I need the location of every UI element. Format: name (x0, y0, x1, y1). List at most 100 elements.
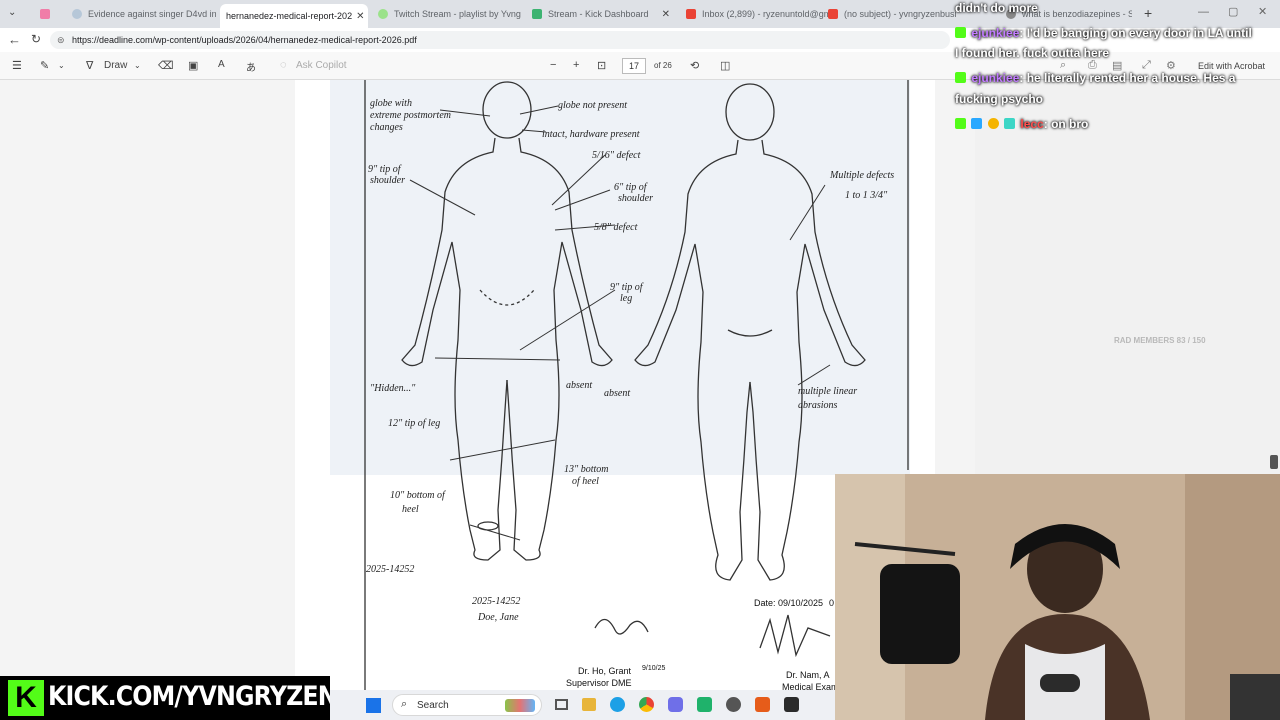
og-badge-icon (1004, 118, 1016, 129)
webcam-image (835, 474, 1280, 720)
signer-2-name: Dr. Nam, A (786, 670, 830, 680)
scrollbar-thumb[interactable] (1270, 455, 1278, 469)
rotate-icon[interactable]: ⟲ (690, 59, 699, 72)
translate-icon[interactable]: あ (246, 59, 256, 74)
note-front-7: 9" tip of (610, 282, 644, 293)
chat-text: : I'd be banging on every door in LA unt… (1019, 26, 1252, 40)
chat-message: ejunkiee: I'd be banging on every door i… (955, 26, 1252, 40)
close-tab-icon[interactable]: ✕ (521, 9, 522, 20)
url-field[interactable]: ⊜ https://deadline.com/wp-content/upload… (50, 31, 950, 49)
signature-2 (759, 614, 831, 658)
tab-4[interactable]: Stream - Kick Dashboard ✕ (526, 4, 676, 24)
taskbar-search-box[interactable]: ⌕ Search (392, 694, 542, 716)
fit-page-icon[interactable]: ⊡ (597, 59, 606, 72)
close-tab-icon[interactable]: ✕ (658, 9, 670, 20)
chevron-down-icon[interactable]: ⌄ (58, 61, 65, 70)
site-info-icon[interactable]: ⊜ (57, 31, 65, 49)
gift-badge-icon (987, 118, 999, 129)
favicon-icon (828, 9, 838, 19)
chat-text: : on bro (1043, 117, 1089, 131)
close-window-icon[interactable]: ✕ (1258, 5, 1267, 18)
chat-username: ejunkiee (971, 26, 1020, 40)
task-view-icon[interactable] (555, 699, 568, 710)
windows-start-icon[interactable] (366, 698, 381, 713)
file-explorer-icon[interactable] (582, 698, 596, 711)
chat-message-cont: fucking psycho (955, 92, 1044, 106)
kick-badge-icon (955, 118, 966, 129)
note-front-13: 2025-14252 (472, 596, 520, 607)
chat-line-top: didn't do more (955, 1, 1038, 15)
close-tab-icon[interactable]: ✕ (352, 11, 364, 22)
tab-5[interactable]: Inbox (2,899) - ryzenuntold@gm✕ (680, 4, 828, 24)
draw-icon[interactable]: ∇ (86, 59, 93, 72)
note-left-7: 12" tip of leg (388, 418, 440, 429)
note-left-8: 10" bottom of (390, 490, 446, 501)
back-body-outline (634, 83, 866, 581)
note-back-4: abrasions (798, 400, 838, 411)
chat-message-cont: I found her. fuck outta here (955, 46, 1110, 60)
webcam-feed (835, 474, 1280, 720)
kick-badge-icon (955, 27, 966, 38)
app-icon[interactable] (697, 697, 712, 712)
page-view-icon[interactable]: ◫ (720, 59, 730, 72)
favicon-icon (378, 9, 388, 19)
page-number-input[interactable]: 17 (622, 58, 646, 74)
note-front-9: absent (566, 380, 592, 391)
note-front-3: 5/16" defect (592, 150, 641, 161)
front-body-outline (401, 81, 613, 561)
search-highlight-icon (505, 699, 535, 712)
note-front-8: leg (620, 293, 632, 304)
sub-badge-icon (971, 118, 983, 129)
tab-3[interactable]: Twitch Stream - playlist by Yvng✕ (372, 4, 522, 24)
edit-with-acrobat-button[interactable]: Edit with Acrobat (1198, 61, 1265, 71)
browser-tab-bar: ⌄ Evidence against singer D4vd in✕ herna… (0, 0, 1280, 28)
note-back-2: 1 to 1 3/4" (845, 190, 888, 201)
note-left-2: extreme postmortem (370, 110, 451, 121)
kick-url-banner: K KICK.COM/YVNGRYZEN (0, 676, 338, 720)
edge-icon[interactable] (610, 697, 625, 712)
tab-0[interactable] (34, 4, 64, 24)
note-left-3: changes (370, 122, 403, 133)
maximize-icon[interactable]: ▢ (1228, 5, 1238, 18)
windows-taskbar: ⌕ Search (330, 690, 835, 720)
app-icon[interactable] (755, 697, 770, 712)
signer-2-title: Medical Exam (782, 682, 839, 690)
side-panel (975, 80, 1280, 475)
contents-icon[interactable]: ☰ (12, 59, 22, 72)
zoom-in-icon[interactable]: + (573, 59, 579, 71)
note-front-1: globe not present (558, 100, 627, 111)
zoom-out-icon[interactable]: − (550, 59, 556, 71)
new-tab-icon[interactable]: + (1144, 5, 1152, 21)
tab-list-chevron-icon[interactable]: ⌄ (8, 7, 16, 18)
tab-2-active[interactable]: hernanedez-medical-report-202 ✕ (220, 4, 368, 28)
note-front-11: 13" bottom (564, 464, 608, 475)
signer-1-title: Supervisor DME (566, 678, 632, 688)
note-left-9: heel (402, 504, 419, 515)
note-back-3: multiple linear (798, 386, 857, 397)
draw-button[interactable]: Draw (104, 60, 127, 71)
obs-icon[interactable] (726, 697, 741, 712)
chevron-down-icon[interactable]: ⌄ (134, 61, 141, 70)
kick-logo-icon: K (8, 680, 44, 716)
note-back-1: Multiple defects (829, 170, 894, 181)
tab-1[interactable]: Evidence against singer D4vd in✕ (66, 4, 216, 24)
report-date-suffix: 0 (829, 598, 834, 608)
ask-copilot-button[interactable]: Ask Copilot (296, 60, 347, 71)
chrome-icon[interactable] (639, 697, 654, 712)
reload-icon[interactable]: ↻ (31, 32, 41, 46)
copilot-icon: ◌ (280, 59, 287, 71)
app-icon[interactable] (784, 697, 799, 712)
text-box-icon[interactable]: ▣ (188, 59, 198, 72)
discord-icon[interactable] (668, 697, 683, 712)
highlight-icon[interactable]: ✎ (40, 59, 49, 72)
favicon-icon (532, 9, 542, 19)
back-icon[interactable]: ← (8, 32, 21, 47)
erase-icon[interactable]: ⌫ (158, 59, 174, 72)
note-front-2: intact, hardware present (542, 129, 640, 140)
note-front-6: 5/8" defect (594, 222, 638, 233)
read-aloud-icon[interactable]: A (218, 59, 225, 70)
tab-6[interactable]: (no subject) - yvngryzenbusi (822, 4, 962, 24)
minimize-icon[interactable]: — (1198, 6, 1209, 18)
toe-tag-drawing (477, 521, 499, 531)
note-left-1: globe with (370, 98, 412, 109)
